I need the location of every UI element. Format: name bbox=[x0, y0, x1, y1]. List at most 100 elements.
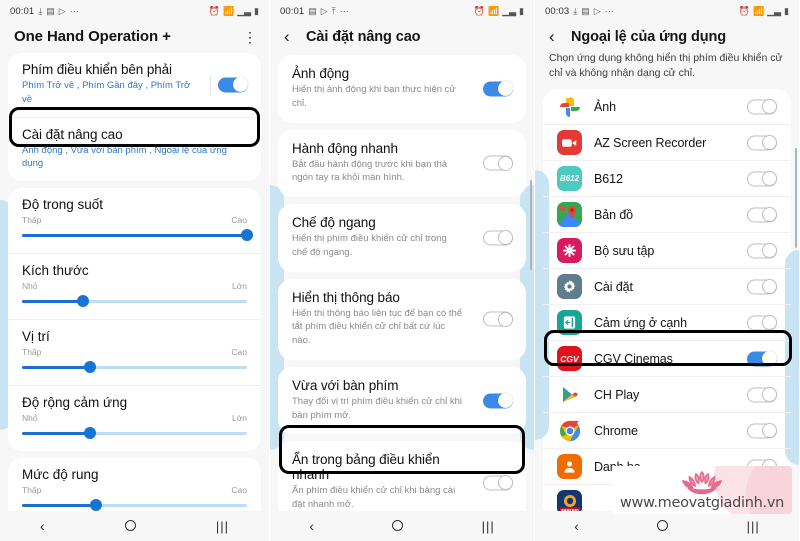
wifi-icon: 📶 bbox=[752, 5, 765, 16]
toggle-animation[interactable] bbox=[483, 81, 513, 97]
phone-screen-1: 00:01 ⤓ ▤ ▷ ⋯ ⏰ 📶 ▁▃ ▮ One Hand Operatio… bbox=[0, 0, 269, 541]
google-photos-icon bbox=[557, 94, 582, 120]
scrollbar-thumb-3[interactable] bbox=[794, 148, 797, 248]
nav-recents-button[interactable]: ||| bbox=[747, 520, 760, 533]
toggle-app-exception[interactable] bbox=[747, 387, 778, 403]
slider-max-label: Lớn bbox=[231, 281, 247, 292]
toggle-show-notification[interactable] bbox=[483, 311, 514, 327]
toggle-app-exception[interactable] bbox=[747, 315, 778, 331]
app-exception-list[interactable]: Ảnh AZ Screen Recorder B612 B612 G Bản đ… bbox=[543, 89, 791, 521]
app-name: Cài đặt bbox=[594, 279, 633, 294]
toggle-app-exception[interactable] bbox=[747, 423, 778, 439]
play-icon: ▷ bbox=[58, 5, 66, 16]
slider-track[interactable] bbox=[22, 294, 247, 308]
list-item-cgv[interactable]: CGV CGV Cinemas bbox=[543, 340, 791, 376]
card-notification: Hiển thị thông báo Hiển thị thông báo li… bbox=[278, 278, 526, 360]
slider-transparency[interactable]: Độ trong suốt Thấp Cao bbox=[8, 188, 261, 253]
toggle-app-exception[interactable] bbox=[747, 135, 778, 151]
list-item[interactable]: AZ Screen Recorder bbox=[543, 124, 791, 160]
list-item[interactable]: Chrome bbox=[543, 412, 791, 448]
page-title: One Hand Operation + bbox=[14, 28, 171, 45]
list-item[interactable]: B612 B612 bbox=[543, 160, 791, 196]
nav-home-button[interactable] bbox=[657, 519, 669, 533]
nav-back-button[interactable]: ‹ bbox=[40, 519, 45, 533]
list-item[interactable]: G Bản đồ bbox=[543, 196, 791, 232]
nav-recents-button[interactable]: ||| bbox=[482, 520, 495, 533]
toggle-quick-action[interactable] bbox=[483, 155, 514, 171]
slider-knob[interactable] bbox=[241, 229, 253, 242]
toggle-app-exception[interactable] bbox=[747, 279, 778, 295]
row-fit-keyboard[interactable]: Vừa với bàn phím Thay đổi vị trí phím đi… bbox=[278, 367, 526, 435]
gallery-icon bbox=[557, 238, 582, 264]
row-show-notification[interactable]: Hiển thị thông báo Hiển thị thông báo li… bbox=[278, 279, 526, 360]
list-item[interactable]: Bộ sưu tập bbox=[543, 232, 791, 268]
toggle-right-control-key[interactable] bbox=[218, 77, 248, 93]
toggle-hide-in-quick-panel[interactable] bbox=[483, 475, 514, 491]
row-quick-action[interactable]: Hành động nhanh Bắt đầu hành động trước … bbox=[278, 130, 526, 198]
nav-back-button[interactable]: ‹ bbox=[309, 519, 314, 533]
row-subtitle: Hiển thị phím điều khiển cử chỉ trong ch… bbox=[292, 233, 447, 258]
status-time: 00:03 bbox=[545, 5, 570, 17]
slider-touch-width[interactable]: Độ rộng cảm ứng Nhỏ Lớn bbox=[8, 385, 261, 451]
toggle-app-exception[interactable] bbox=[747, 99, 778, 115]
scrollbar-thumb-2[interactable] bbox=[529, 180, 532, 270]
toggle-app-exception-cgv[interactable] bbox=[747, 351, 777, 367]
slider-track[interactable] bbox=[22, 360, 247, 374]
app-name: CH Play bbox=[594, 387, 640, 402]
toggle-app-exception[interactable] bbox=[747, 171, 778, 187]
list-item[interactable]: Ảnh bbox=[543, 89, 791, 124]
row-advanced-settings[interactable]: Cài đặt nâng cao Ảnh động , Vừa với bàn … bbox=[8, 116, 261, 182]
card-quick-action: Hành động nhanh Bắt đầu hành động trước … bbox=[278, 129, 526, 198]
toggle-app-exception[interactable] bbox=[747, 243, 778, 259]
status-time: 00:01 bbox=[280, 5, 305, 17]
slider-position[interactable]: Vị trí Thấp Cao bbox=[8, 319, 261, 385]
nav-home-button[interactable] bbox=[124, 519, 136, 533]
row-title: Ẩn trong bảng điều khiển nhanh bbox=[292, 452, 440, 483]
row-subtitle: Thay đổi vị trí phím điều khiển cử chỉ k… bbox=[292, 395, 463, 421]
slider-track[interactable] bbox=[22, 426, 247, 440]
toggle-landscape-mode[interactable] bbox=[483, 230, 514, 246]
svg-text:G: G bbox=[559, 204, 566, 213]
slider-track[interactable] bbox=[22, 498, 247, 512]
cgv-icon: CGV bbox=[557, 346, 582, 372]
az-recorder-icon bbox=[557, 130, 582, 156]
slider-size[interactable]: Kích thước Nhỏ Lớn bbox=[8, 253, 261, 319]
nav-back-button[interactable]: ‹ bbox=[574, 519, 579, 533]
slider-knob[interactable] bbox=[83, 361, 96, 374]
play-icon: ▷ bbox=[320, 5, 328, 16]
overflow-menu-button[interactable]: ⋮ bbox=[243, 30, 257, 44]
row-landscape-mode[interactable]: Chế độ ngang Hiển thị phím điều khiển cử… bbox=[278, 204, 526, 272]
play-icon: ▷ bbox=[593, 5, 601, 16]
settings-scroll-1[interactable]: Phím điều khiển bên phải Phím Trở về , P… bbox=[0, 53, 269, 541]
watermark: www.meovatgiadinh.vn bbox=[612, 466, 792, 514]
back-button[interactable]: ‹ bbox=[549, 28, 561, 45]
slider-track[interactable] bbox=[22, 228, 253, 242]
list-item[interactable]: Cảm ứng ở cạnh bbox=[543, 304, 791, 340]
row-subtitle: Ẩn phím điều khiển cử chỉ khi bảng cài đ… bbox=[292, 485, 456, 511]
row-right-control-key[interactable]: Phím điều khiển bên phải Phím Trở về , P… bbox=[8, 53, 261, 117]
slider-knob[interactable] bbox=[76, 295, 89, 308]
download-icon: ⤓ bbox=[573, 5, 578, 16]
list-item[interactable]: CH Play bbox=[543, 376, 791, 412]
card-keyboard-fit: Vừa với bàn phím Thay đổi vị trí phím đi… bbox=[278, 366, 526, 435]
wifi-icon: 📶 bbox=[222, 5, 235, 16]
page-description: Chọn ứng dụng không hiển thị phím điều k… bbox=[549, 52, 783, 80]
row-animation[interactable]: Ảnh động Hiển thị ảnh động khi bạn thực … bbox=[278, 55, 526, 123]
app-name: Cảm ứng ở cạnh bbox=[594, 315, 687, 330]
slider-min-label: Thấp bbox=[22, 485, 42, 496]
nav-recents-button[interactable]: ||| bbox=[216, 520, 229, 533]
phone-screen-3: 00:03 ⤓ ▤ ▷ ⋯ ⏰ 📶 ▁▃ ▮ ‹ Ngoại lệ của ứn… bbox=[534, 0, 799, 541]
nav-home-button[interactable] bbox=[392, 519, 404, 533]
list-item[interactable]: Cài đặt bbox=[543, 268, 791, 304]
nav-bar-1: ‹ ||| bbox=[0, 511, 269, 541]
title-bar-3: ‹ Ngoại lệ của ứng dụng bbox=[535, 22, 799, 51]
nav-bar-3: ‹ ||| bbox=[535, 511, 799, 541]
edge-touch-icon bbox=[557, 310, 582, 336]
toggle-fit-keyboard[interactable] bbox=[483, 393, 513, 409]
row-subtitle: Bắt đầu hành động trước khi bạn thả ngón… bbox=[292, 158, 448, 184]
back-button[interactable]: ‹ bbox=[284, 28, 296, 45]
toggle-app-exception[interactable] bbox=[747, 207, 778, 223]
settings-scroll-2[interactable]: Ảnh động Hiển thị ảnh động khi bạn thực … bbox=[270, 55, 534, 541]
slider-knob[interactable] bbox=[90, 499, 103, 512]
slider-knob[interactable] bbox=[83, 427, 96, 440]
